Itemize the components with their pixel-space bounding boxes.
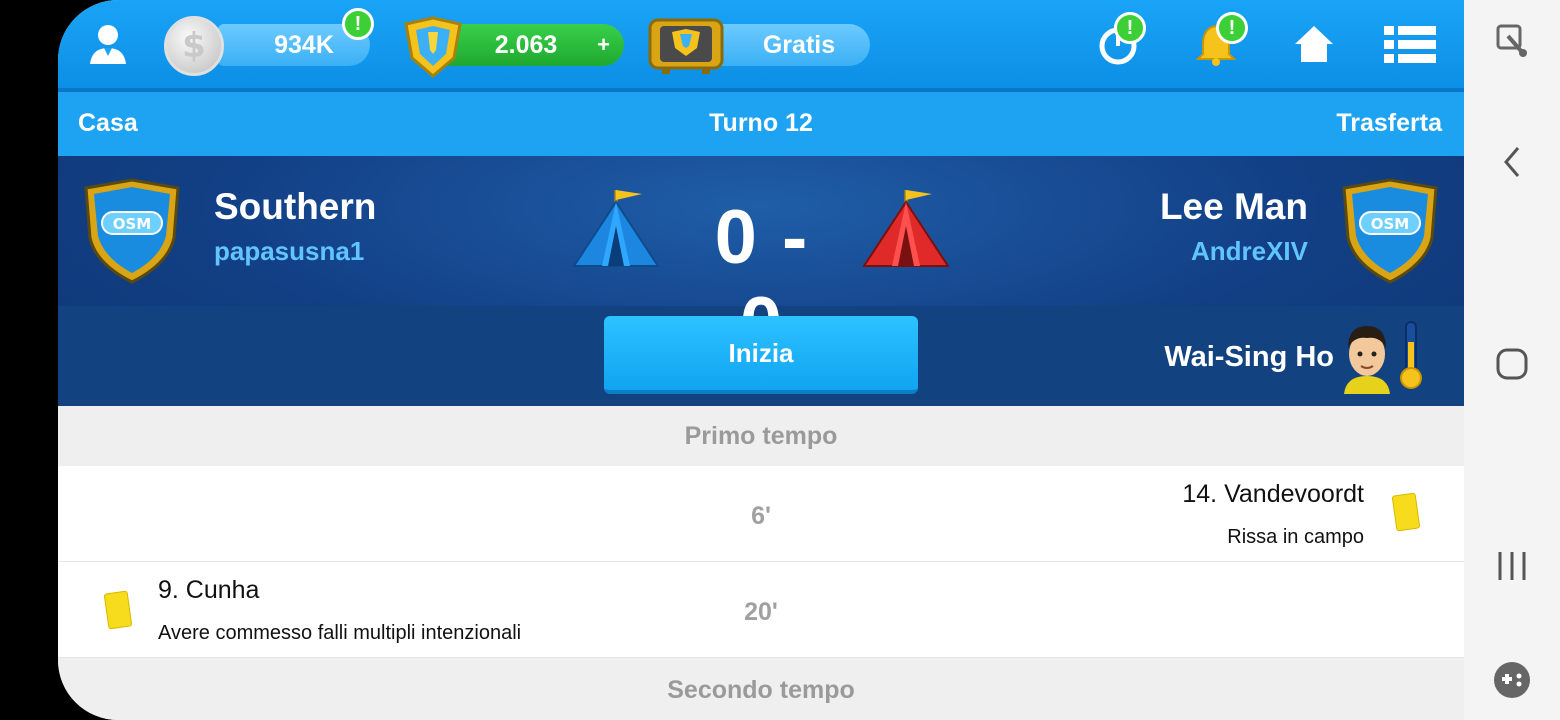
thermometer-icon: [1398, 320, 1424, 390]
event-row[interactable]: 20' 9. Cunha Avere commesso falli multip…: [58, 562, 1464, 658]
svg-text:OSM: OSM: [113, 215, 151, 233]
tokens-value: 2.063: [494, 30, 558, 59]
start-match-label: Inizia: [728, 337, 794, 368]
free-tv-label: Gratis: [762, 30, 836, 59]
home-manager-name[interactable]: papasusna1: [214, 236, 364, 267]
away-manager-name[interactable]: AndreXIV: [1191, 236, 1308, 267]
referee-name[interactable]: Wai-Sing Ho: [1164, 341, 1334, 374]
coins-alert-icon: !: [342, 8, 374, 40]
coins-value: 934K: [274, 30, 334, 59]
match-panel: OSM Southern papasusna1 0 - 0 Lee Man An…: [58, 156, 1464, 406]
match-header: Casa Turno 12 Trasferta: [58, 92, 1464, 156]
home-team-crest[interactable]: OSM: [80, 176, 184, 286]
top-bar: 934K $ ! 2.063 + Gratis ! !: [58, 0, 1464, 92]
coin-icon: $: [164, 16, 224, 76]
yellow-card-icon: [103, 590, 133, 630]
home-team-name[interactable]: Southern: [214, 186, 376, 228]
round-label: Turno 12: [709, 109, 813, 137]
first-half-header: Primo tempo: [58, 406, 1464, 466]
event-reason: Rissa in campo: [1227, 526, 1364, 548]
referee-avatar[interactable]: [1340, 320, 1394, 394]
svg-text:OSM: OSM: [1371, 215, 1409, 233]
game-screen: 934K $ ! 2.063 + Gratis ! ! Casa Turno 1…: [58, 0, 1464, 720]
screen-lock-icon[interactable]: [1492, 20, 1532, 60]
away-team-crest[interactable]: OSM: [1338, 176, 1442, 286]
start-match-button[interactable]: Inizia: [604, 316, 918, 394]
away-tent-icon: [862, 186, 952, 270]
event-row[interactable]: 6' 14. Vandevoordt Rissa in campo: [58, 466, 1464, 562]
stopwatch-alert-icon: !: [1114, 12, 1146, 44]
away-label: Trasferta: [1336, 109, 1442, 137]
add-tokens-button[interactable]: +: [597, 32, 610, 58]
home-nav-icon[interactable]: [1492, 344, 1532, 384]
event-reason: Avere commesso falli multipli intenziona…: [158, 622, 522, 644]
menu-icon[interactable]: [1380, 16, 1440, 72]
profile-icon[interactable]: [78, 16, 138, 72]
home-icon[interactable]: [1284, 16, 1344, 72]
svg-text:$: $: [182, 26, 206, 66]
token-shield-icon: [400, 14, 466, 80]
away-team-name[interactable]: Lee Man: [1160, 186, 1308, 228]
second-half-header: Secondo tempo: [58, 660, 1464, 720]
event-player: 14. Vandevoordt: [1182, 480, 1364, 508]
recent-apps-icon[interactable]: [1492, 546, 1532, 586]
yellow-card-icon: [1391, 492, 1421, 532]
bell-alert-icon: !: [1216, 12, 1248, 44]
home-tent-icon: [572, 186, 662, 270]
back-icon[interactable]: [1492, 142, 1532, 182]
event-player: 9. Cunha: [158, 576, 260, 604]
game-tools-icon[interactable]: [1492, 660, 1532, 700]
system-nav-bar: [1464, 0, 1560, 720]
tv-icon: [646, 14, 726, 76]
